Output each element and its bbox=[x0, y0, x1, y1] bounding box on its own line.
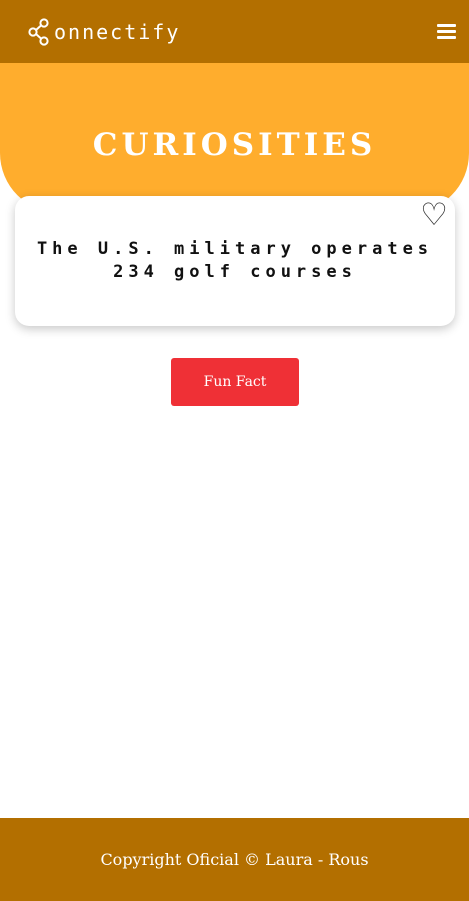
brand-name: onnectify bbox=[54, 19, 181, 44]
brand-logo[interactable]: onnectify bbox=[28, 17, 181, 46]
fact-card: ♡ The U.S. military operates 234 golf co… bbox=[15, 196, 455, 326]
page-title: CURIOSITIES bbox=[92, 127, 377, 163]
page: onnectify CURIOSITIES ♡ The U.S. militar… bbox=[0, 0, 469, 901]
heart-outline-icon[interactable]: ♡ bbox=[418, 198, 450, 232]
top-navbar: onnectify bbox=[0, 0, 469, 63]
fact-text: The U.S. military operates 234 golf cour… bbox=[36, 239, 434, 282]
share-icon bbox=[28, 17, 49, 46]
fun-fact-button[interactable]: Fun Fact bbox=[171, 358, 299, 406]
menu-bar bbox=[437, 23, 456, 27]
menu-bar bbox=[437, 35, 456, 39]
menu-bar bbox=[437, 29, 456, 33]
copyright-text: Copyright Oficial © Laura - Rous bbox=[100, 850, 369, 869]
footer: Copyright Oficial © Laura - Rous bbox=[0, 818, 469, 901]
hamburger-menu-icon[interactable] bbox=[437, 20, 459, 42]
